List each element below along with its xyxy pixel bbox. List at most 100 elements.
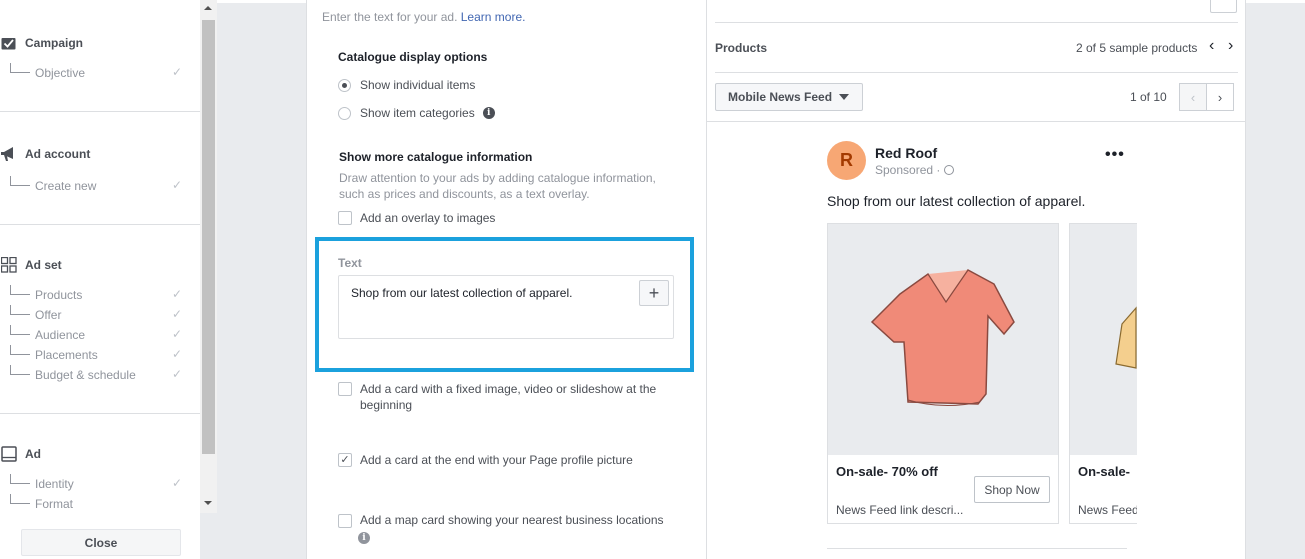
next-page-button[interactable]: › xyxy=(1206,83,1234,111)
option-show-individual-items[interactable]: Show individual items xyxy=(338,78,475,92)
sidebar-item-create-new[interactable]: Create new xyxy=(10,176,97,193)
scroll-up-icon[interactable] xyxy=(204,6,212,10)
sidebar-scrollbar[interactable] xyxy=(200,0,217,513)
tree-branch xyxy=(10,345,30,355)
sidebar-item-label: Budget & schedule xyxy=(35,368,136,382)
card-end-checkbox[interactable]: ✓ xyxy=(338,453,352,467)
chevron-right-icon: › xyxy=(1217,89,1223,105)
sidebar-section-label: Ad set xyxy=(25,258,62,272)
tree-branch xyxy=(10,365,30,375)
divider xyxy=(827,548,1127,549)
option-label-line: Add a card with a fixed image, video or … xyxy=(360,382,657,396)
radio-selected[interactable] xyxy=(338,78,351,92)
check-icon: ✓ xyxy=(172,65,183,79)
sidebar-item-format[interactable]: Format xyxy=(10,494,73,511)
more-info-title: Show more catalogue information xyxy=(339,150,533,164)
sidebar: Campaign Objective ✓ Ad account Create n… xyxy=(0,0,200,559)
caret-down-icon xyxy=(839,94,850,100)
next-sample-icon[interactable]: › xyxy=(1228,37,1233,55)
carousel-card[interactable]: On-sale- 70% off News Feed link descri..… xyxy=(827,223,1059,524)
sidebar-section-label: Ad account xyxy=(25,147,91,161)
shop-now-button[interactable]: Shop Now xyxy=(974,476,1050,503)
option-show-item-categories[interactable]: Show item categories i xyxy=(338,106,495,120)
option-label-line: beginning xyxy=(360,398,413,412)
card-description: News Feed link descri... xyxy=(836,503,964,517)
radio-unselected[interactable] xyxy=(338,106,351,120)
learn-more-link[interactable]: Learn more. xyxy=(461,10,526,24)
text-field-label: Text xyxy=(338,256,362,270)
sidebar-item-audience[interactable]: Audience xyxy=(10,325,85,342)
product-image xyxy=(828,224,1058,455)
map-card-checkbox[interactable] xyxy=(338,514,352,528)
card-description: News Feed xyxy=(1078,503,1137,517)
divider xyxy=(0,224,200,225)
sidebar-section-campaign[interactable]: Campaign xyxy=(0,34,83,52)
sidebar-item-label: Offer xyxy=(35,308,62,322)
check-icon: ✓ xyxy=(172,178,183,192)
check-icon: ✓ xyxy=(172,307,183,321)
sidebar-item-label: Products xyxy=(35,288,83,302)
sponsored-line: Sponsored · xyxy=(875,163,955,177)
divider xyxy=(707,121,1246,122)
sidebar-item-identity[interactable]: Identity xyxy=(10,474,74,491)
scrollbar-thumb[interactable] xyxy=(202,20,215,454)
sidebar-section-ad[interactable]: Ad xyxy=(0,445,41,463)
plus-icon: + xyxy=(648,282,660,303)
info-icon[interactable]: i xyxy=(482,107,495,119)
close-button[interactable]: Close xyxy=(21,529,181,556)
sidebar-section-ad-account[interactable]: Ad account xyxy=(0,145,90,163)
info-icon[interactable]: i xyxy=(358,532,370,544)
sidebar-item-label: Objective xyxy=(35,66,86,80)
tree-branch xyxy=(10,63,30,73)
sidebar-section-ad-set[interactable]: Ad set xyxy=(0,256,62,274)
check-icon: ✓ xyxy=(172,367,183,381)
sample-count: 2 of 5 sample products xyxy=(1076,41,1198,55)
card-start-checkbox[interactable] xyxy=(338,382,352,396)
map-card-option[interactable]: Add a map card showing your nearest busi… xyxy=(338,513,664,545)
scroll-down-icon[interactable] xyxy=(204,501,212,505)
card-end-option[interactable]: ✓ Add a card at the end with your Page p… xyxy=(338,453,633,467)
prev-page-button[interactable]: ‹ xyxy=(1179,83,1207,111)
tree-branch xyxy=(10,474,30,484)
sidebar-item-objective[interactable]: Objective xyxy=(10,63,86,80)
megaphone-icon xyxy=(0,145,18,163)
tree-branch xyxy=(10,285,30,295)
sidebar-item-placements[interactable]: Placements xyxy=(10,345,98,362)
sidebar-item-products[interactable]: Products xyxy=(10,285,83,302)
sidebar-section-label: Campaign xyxy=(25,36,84,50)
sponsored-label: Sponsored · xyxy=(875,163,941,177)
more-options-icon[interactable]: ••• xyxy=(1105,146,1125,164)
sidebar-item-label: Identity xyxy=(35,477,74,491)
overlay-checkbox[interactable] xyxy=(338,211,352,225)
check-icon: ✓ xyxy=(172,476,183,490)
check-icon: ✓ xyxy=(172,347,183,361)
links-hint: Enter the text for your ad. Learn more. xyxy=(322,10,525,24)
tshirt-image xyxy=(870,269,1015,407)
card-title: On-sale- 70% off xyxy=(836,464,938,479)
carousel-card[interactable]: On-sale- News Feed xyxy=(1069,223,1137,524)
ad-preview-icon xyxy=(0,445,18,463)
shirt-partial-image xyxy=(1115,306,1137,369)
card-start-option[interactable]: Add a card with a fixed image, video or … xyxy=(338,381,656,413)
ad-text-input[interactable]: Shop from our latest collection of appar… xyxy=(338,275,674,339)
placement-dropdown[interactable]: Mobile News Feed xyxy=(715,83,863,111)
prev-sample-icon[interactable]: ‹ xyxy=(1209,37,1214,55)
sidebar-item-label: Create new xyxy=(35,179,97,193)
overlay-option[interactable]: Add an overlay to images xyxy=(338,211,495,225)
sidebar-item-budget-schedule[interactable]: Budget & schedule xyxy=(10,365,136,382)
sidebar-item-label: Placements xyxy=(35,348,98,362)
sidebar-item-offer[interactable]: Offer xyxy=(10,305,62,322)
expand-button[interactable] xyxy=(1210,0,1237,13)
avatar: R xyxy=(827,141,866,180)
divider xyxy=(0,111,200,112)
more-info-description: Draw attention to your ads by adding cat… xyxy=(339,170,656,202)
ad-text-value: Shop from our latest collection of appar… xyxy=(351,286,573,300)
check-icon: ✓ xyxy=(172,327,183,341)
add-text-button[interactable]: + xyxy=(639,280,669,306)
campaign-checkbox-icon xyxy=(0,34,18,52)
divider xyxy=(0,413,200,414)
option-label: Show item categories xyxy=(360,106,475,120)
placement-label: Mobile News Feed xyxy=(728,90,833,104)
primary-text: Shop from our latest collection of appar… xyxy=(827,193,1086,209)
catalogue-display-title: Catalogue display options xyxy=(338,50,488,64)
